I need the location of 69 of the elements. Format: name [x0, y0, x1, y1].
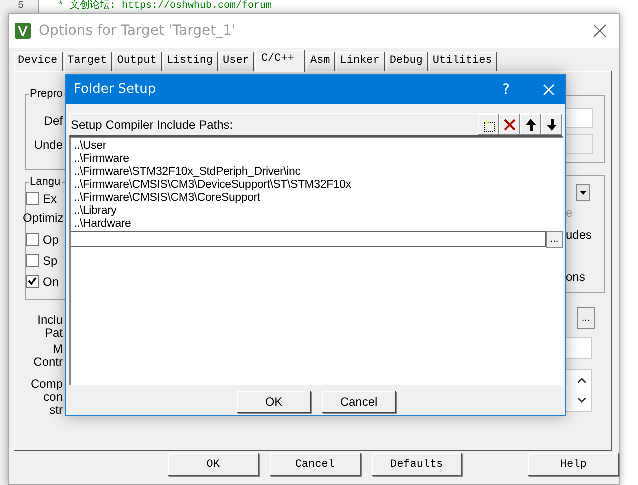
close-icon[interactable] — [593, 24, 607, 38]
tab[interactable]: Listing — [162, 52, 218, 71]
scroll-up-icon — [578, 378, 586, 383]
group-label: Langu — [29, 176, 62, 188]
checkbox[interactable] — [26, 192, 39, 205]
browse-button[interactable]: ... — [577, 307, 595, 329]
tab[interactable]: User — [219, 52, 254, 71]
path-input-field[interactable] — [71, 231, 546, 247]
list-item[interactable]: ..\Firmware\CMSIS\CM3\DeviceSupport\ST\STM32F10x — [74, 179, 563, 192]
delete-button[interactable] — [499, 114, 520, 135]
tab[interactable]: Debug — [386, 52, 428, 71]
dropdown-button[interactable] — [576, 184, 590, 201]
line-number: 5 — [16, 0, 24, 13]
group-label: Prepro — [29, 88, 64, 100]
dialog-title: Folder Setup — [74, 82, 156, 97]
list-item[interactable]: ..\User — [74, 140, 563, 153]
app-logo-icon — [15, 23, 31, 39]
list-item[interactable]: ..\Firmware\CMSIS\CM3\CoreSupport — [74, 192, 563, 205]
option-label: udes — [566, 228, 592, 242]
dialog-button[interactable]: OK — [237, 391, 311, 413]
scroll-down-icon — [578, 398, 586, 404]
field-label: Def — [43, 114, 64, 128]
tab[interactable]: Device — [14, 52, 63, 71]
tab[interactable]: C/C++ — [255, 50, 306, 72]
dialog-button[interactable]: Defaults — [372, 453, 462, 476]
tab[interactable]: Utilities — [428, 52, 498, 71]
down-arrow-icon — [544, 118, 558, 132]
checkbox-label: On — [43, 274, 60, 288]
checkbox[interactable] — [26, 233, 39, 246]
field-label: M — [53, 343, 63, 356]
field-label: Comp — [30, 378, 63, 391]
field-label: con — [44, 391, 63, 404]
checkbox-label: Op — [43, 232, 60, 246]
dialog-button[interactable]: Cancel — [322, 391, 396, 413]
option-label: e — [566, 206, 573, 220]
dialog-button[interactable]: OK — [168, 453, 259, 476]
list-label: Setup Compiler Include Paths: — [70, 118, 234, 132]
field-label: Inclu — [38, 314, 63, 327]
help-button[interactable]: ? — [502, 82, 510, 98]
checkbox[interactable] — [26, 254, 39, 267]
up-arrow-icon — [524, 118, 538, 132]
dialog-button[interactable]: Help — [528, 453, 619, 476]
list-item[interactable]: ..\Library — [74, 205, 563, 218]
field-label: str — [50, 404, 63, 417]
list-item[interactable]: ..\Hardware — [74, 218, 563, 231]
window-title: Options for Target 'Target_1' — [39, 23, 236, 39]
list-item[interactable]: ..\Firmware\STM32F10x_StdPeriph_Driver\inc — [74, 166, 563, 179]
browse-button[interactable]: ... — [546, 231, 563, 248]
check-icon — [28, 277, 37, 286]
delete-icon — [502, 118, 516, 132]
checkbox-label: Ex — [43, 192, 58, 206]
move-down-button[interactable] — [541, 114, 562, 135]
tab[interactable]: Asm — [306, 52, 336, 71]
tab[interactable]: Target — [64, 52, 112, 71]
move-up-button[interactable] — [520, 114, 541, 135]
field-label: Optimiz — [23, 211, 65, 227]
checkbox[interactable] — [26, 275, 39, 288]
field-label: Unde — [33, 138, 64, 152]
option-label: ons — [566, 270, 586, 284]
caret-icon — [580, 190, 586, 194]
new-folder-icon — [482, 118, 496, 132]
new-button[interactable] — [478, 114, 499, 135]
dialog-button[interactable]: Cancel — [270, 453, 360, 476]
field-label: Contr — [34, 356, 63, 369]
list-item[interactable]: ..\Firmware — [74, 153, 563, 166]
tab[interactable]: Linker — [336, 52, 385, 71]
tab[interactable]: Output — [113, 52, 162, 71]
checkbox-label: Sp — [43, 254, 58, 268]
field-label: Pat — [44, 327, 63, 340]
